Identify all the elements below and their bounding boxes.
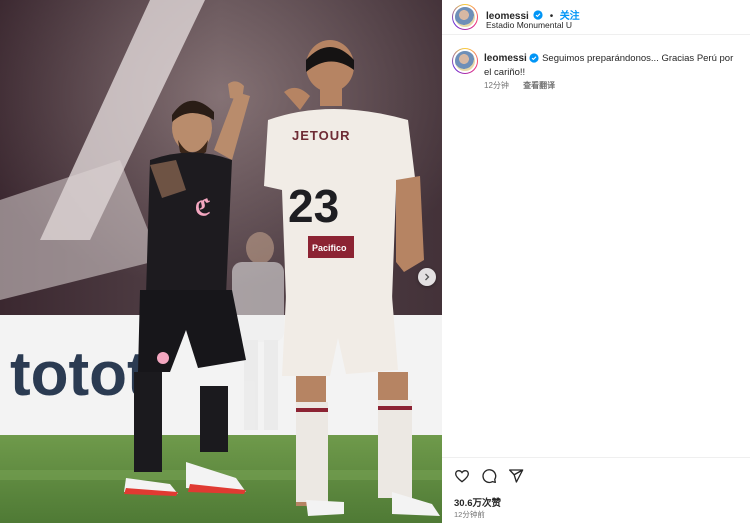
- carousel-next-button[interactable]: [418, 268, 436, 286]
- svg-text:ℭ: ℭ: [195, 195, 210, 220]
- location-link[interactable]: Estadio Monumental U: [486, 20, 572, 30]
- chevron-right-icon: [425, 273, 430, 281]
- post-detail-panel: leomessi • 关注 Estadio Monumental U leome…: [442, 0, 750, 523]
- caption-time: 12分钟: [484, 81, 509, 90]
- verified-badge-icon: [533, 10, 543, 20]
- avatar[interactable]: [452, 4, 478, 30]
- jersey-badge: Pacifico: [312, 243, 347, 253]
- like-count[interactable]: 30.6万次赞: [454, 495, 501, 509]
- stadium-scene: totot ℭ JETOUR 23 Pacifico: [0, 0, 442, 523]
- comment-icon[interactable]: [481, 468, 497, 484]
- post-photo[interactable]: totot ℭ JETOUR 23 Pacifico: [0, 0, 442, 523]
- post-time: 12分钟前: [454, 510, 485, 519]
- ad-board-text: totot: [10, 340, 148, 409]
- post-caption: leomessi Seguimos preparándonos... Graci…: [484, 52, 740, 80]
- heart-icon[interactable]: [454, 468, 470, 484]
- caption-username[interactable]: leomessi: [484, 53, 527, 64]
- caption-avatar[interactable]: [452, 48, 478, 74]
- see-translation-link[interactable]: 查看翻译: [523, 81, 555, 90]
- action-bar: 30.6万次赞 12分钟前: [442, 457, 750, 524]
- verified-badge-icon: [529, 53, 540, 64]
- post-header: leomessi • 关注 Estadio Monumental U: [442, 0, 750, 35]
- jersey-number: 23: [288, 180, 339, 232]
- share-icon[interactable]: [508, 468, 524, 484]
- caption-meta: 12分钟 查看翻译: [484, 80, 567, 91]
- jersey-sponsor: JETOUR: [292, 128, 351, 143]
